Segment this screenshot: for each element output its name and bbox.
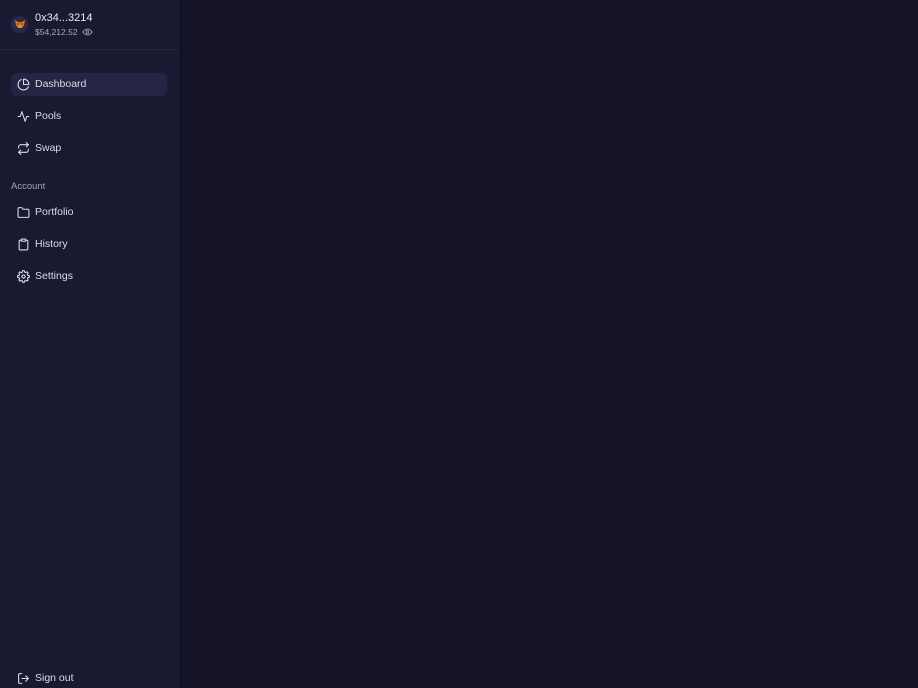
wallet-address: 0x34...3214 xyxy=(35,12,93,24)
sign-out-button[interactable]: Sign out xyxy=(11,667,167,688)
pie-chart-icon xyxy=(17,78,30,91)
sidebar-item-label: Pools xyxy=(35,110,62,122)
log-out-icon xyxy=(17,672,30,685)
main-content xyxy=(179,0,918,688)
fox-icon xyxy=(14,20,25,29)
clipboard-icon xyxy=(17,238,30,251)
gear-icon xyxy=(17,270,30,283)
folder-icon xyxy=(17,206,30,219)
swap-arrows-icon xyxy=(17,142,30,155)
app-window: 0x34...3214 $54,212.52 Dashboard Pools S… xyxy=(0,0,918,688)
wallet-header[interactable]: 0x34...3214 $54,212.52 xyxy=(0,0,179,50)
wallet-avatar xyxy=(11,16,28,33)
sidebar-item-dashboard[interactable]: Dashboard xyxy=(11,73,167,96)
sidebar-item-swap[interactable]: Swap xyxy=(11,137,167,160)
wallet-balance: $54,212.52 xyxy=(35,27,78,37)
wallet-balance-row: $54,212.52 xyxy=(35,27,93,37)
sidebar-item-label: Dashboard xyxy=(35,78,87,90)
eye-icon[interactable] xyxy=(82,27,93,37)
sidebar-item-label: Settings xyxy=(35,270,73,282)
activity-icon xyxy=(17,110,30,123)
sidebar-item-label: History xyxy=(35,238,68,250)
sidebar-item-label: Swap xyxy=(35,142,62,154)
sidebar: 0x34...3214 $54,212.52 Dashboard Pools S… xyxy=(0,0,179,688)
sign-out-label: Sign out xyxy=(35,672,74,684)
section-label-account: Account xyxy=(11,181,46,192)
sidebar-item-label: Portfolio xyxy=(35,206,74,218)
sidebar-item-portfolio[interactable]: Portfolio xyxy=(11,201,167,224)
sidebar-item-settings[interactable]: Settings xyxy=(11,265,167,288)
sidebar-item-pools[interactable]: Pools xyxy=(11,105,167,128)
sidebar-item-history[interactable]: History xyxy=(11,233,167,256)
